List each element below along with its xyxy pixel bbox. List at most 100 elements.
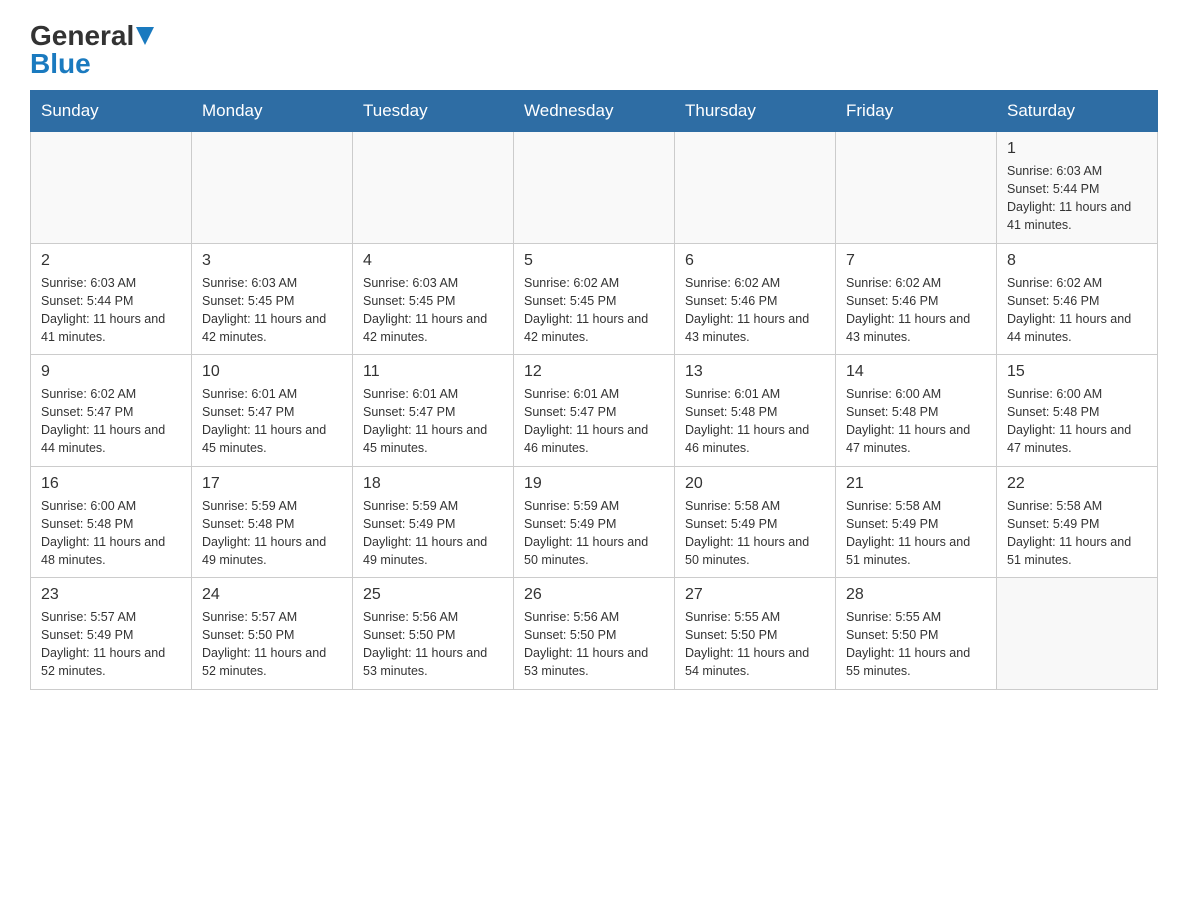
column-header-sunday: Sunday: [31, 91, 192, 132]
day-number: 2: [41, 252, 181, 270]
day-number: 25: [363, 586, 503, 604]
day-number: 28: [846, 586, 986, 604]
day-info: Sunrise: 5:55 AMSunset: 5:50 PMDaylight:…: [846, 608, 986, 681]
day-info: Sunrise: 5:59 AMSunset: 5:49 PMDaylight:…: [363, 497, 503, 570]
logo-triangle-icon: [136, 20, 154, 52]
day-number: 15: [1007, 363, 1147, 381]
day-info: Sunrise: 6:02 AMSunset: 5:45 PMDaylight:…: [524, 274, 664, 347]
day-number: 21: [846, 475, 986, 493]
day-info: Sunrise: 6:03 AMSunset: 5:44 PMDaylight:…: [41, 274, 181, 347]
day-info: Sunrise: 6:01 AMSunset: 5:47 PMDaylight:…: [363, 385, 503, 458]
calendar-day-cell: [997, 578, 1158, 690]
day-number: 7: [846, 252, 986, 270]
column-header-tuesday: Tuesday: [353, 91, 514, 132]
page-header: General Blue: [30, 20, 1158, 80]
calendar-day-cell: 7 Sunrise: 6:02 AMSunset: 5:46 PMDaylight…: [836, 243, 997, 355]
calendar-week-row: 16 Sunrise: 6:00 AMSunset: 5:48 PMDayligh…: [31, 466, 1158, 578]
day-info: Sunrise: 6:02 AMSunset: 5:46 PMDaylight:…: [846, 274, 986, 347]
day-number: 14: [846, 363, 986, 381]
calendar-day-cell: 15 Sunrise: 6:00 AMSunset: 5:48 PMDayligh…: [997, 355, 1158, 467]
calendar-week-row: 9 Sunrise: 6:02 AMSunset: 5:47 PMDaylight…: [31, 355, 1158, 467]
logo: General Blue: [30, 20, 154, 80]
calendar-day-cell: 28 Sunrise: 5:55 AMSunset: 5:50 PMDayligh…: [836, 578, 997, 690]
day-info: Sunrise: 5:56 AMSunset: 5:50 PMDaylight:…: [524, 608, 664, 681]
calendar-week-row: 2 Sunrise: 6:03 AMSunset: 5:44 PMDaylight…: [31, 243, 1158, 355]
day-info: Sunrise: 5:59 AMSunset: 5:49 PMDaylight:…: [524, 497, 664, 570]
day-info: Sunrise: 6:01 AMSunset: 5:47 PMDaylight:…: [202, 385, 342, 458]
logo-blue-text: Blue: [30, 48, 91, 79]
calendar-day-cell: 13 Sunrise: 6:01 AMSunset: 5:48 PMDayligh…: [675, 355, 836, 467]
calendar-day-cell: 25 Sunrise: 5:56 AMSunset: 5:50 PMDayligh…: [353, 578, 514, 690]
day-number: 18: [363, 475, 503, 493]
day-info: Sunrise: 5:57 AMSunset: 5:50 PMDaylight:…: [202, 608, 342, 681]
day-number: 5: [524, 252, 664, 270]
calendar-day-cell: 12 Sunrise: 6:01 AMSunset: 5:47 PMDayligh…: [514, 355, 675, 467]
calendar-day-cell: 17 Sunrise: 5:59 AMSunset: 5:48 PMDayligh…: [192, 466, 353, 578]
calendar-header-row: SundayMondayTuesdayWednesdayThursdayFrid…: [31, 91, 1158, 132]
calendar-day-cell: [675, 132, 836, 244]
day-number: 24: [202, 586, 342, 604]
day-info: Sunrise: 6:03 AMSunset: 5:45 PMDaylight:…: [202, 274, 342, 347]
calendar-day-cell: [31, 132, 192, 244]
day-info: Sunrise: 6:03 AMSunset: 5:45 PMDaylight:…: [363, 274, 503, 347]
day-info: Sunrise: 6:03 AMSunset: 5:44 PMDaylight:…: [1007, 162, 1147, 235]
day-number: 12: [524, 363, 664, 381]
day-number: 27: [685, 586, 825, 604]
day-info: Sunrise: 5:56 AMSunset: 5:50 PMDaylight:…: [363, 608, 503, 681]
day-number: 19: [524, 475, 664, 493]
day-number: 26: [524, 586, 664, 604]
day-number: 16: [41, 475, 181, 493]
calendar-day-cell: 16 Sunrise: 6:00 AMSunset: 5:48 PMDayligh…: [31, 466, 192, 578]
day-number: 3: [202, 252, 342, 270]
calendar-day-cell: 21Sunrise: 5:58 AMSunset: 5:49 PMDayligh…: [836, 466, 997, 578]
calendar-day-cell: 20 Sunrise: 5:58 AMSunset: 5:49 PMDayligh…: [675, 466, 836, 578]
day-info: Sunrise: 6:02 AMSunset: 5:46 PMDaylight:…: [1007, 274, 1147, 347]
day-info: Sunrise: 6:00 AMSunset: 5:48 PMDaylight:…: [41, 497, 181, 570]
column-header-thursday: Thursday: [675, 91, 836, 132]
day-number: 9: [41, 363, 181, 381]
day-info: Sunrise: 6:02 AMSunset: 5:46 PMDaylight:…: [685, 274, 825, 347]
day-number: 4: [363, 252, 503, 270]
calendar-day-cell: 14Sunrise: 6:00 AMSunset: 5:48 PMDayligh…: [836, 355, 997, 467]
day-number: 20: [685, 475, 825, 493]
day-info: Sunrise: 6:02 AMSunset: 5:47 PMDaylight:…: [41, 385, 181, 458]
calendar-day-cell: 19 Sunrise: 5:59 AMSunset: 5:49 PMDayligh…: [514, 466, 675, 578]
day-info: Sunrise: 5:58 AMSunset: 5:49 PMDaylight:…: [685, 497, 825, 570]
calendar-day-cell: [353, 132, 514, 244]
day-number: 11: [363, 363, 503, 381]
calendar-day-cell: 27 Sunrise: 5:55 AMSunset: 5:50 PMDayligh…: [675, 578, 836, 690]
day-number: 17: [202, 475, 342, 493]
calendar-day-cell: 2 Sunrise: 6:03 AMSunset: 5:44 PMDaylight…: [31, 243, 192, 355]
calendar-day-cell: 1 Sunrise: 6:03 AMSunset: 5:44 PMDaylight…: [997, 132, 1158, 244]
calendar-day-cell: 24 Sunrise: 5:57 AMSunset: 5:50 PMDayligh…: [192, 578, 353, 690]
day-info: Sunrise: 6:01 AMSunset: 5:47 PMDaylight:…: [524, 385, 664, 458]
calendar-week-row: 1 Sunrise: 6:03 AMSunset: 5:44 PMDaylight…: [31, 132, 1158, 244]
calendar-day-cell: 8 Sunrise: 6:02 AMSunset: 5:46 PMDaylight…: [997, 243, 1158, 355]
day-info: Sunrise: 6:00 AMSunset: 5:48 PMDaylight:…: [1007, 385, 1147, 458]
day-info: Sunrise: 6:01 AMSunset: 5:48 PMDaylight:…: [685, 385, 825, 458]
day-number: 13: [685, 363, 825, 381]
day-number: 8: [1007, 252, 1147, 270]
calendar-day-cell: 23Sunrise: 5:57 AMSunset: 5:49 PMDayligh…: [31, 578, 192, 690]
calendar-day-cell: 9 Sunrise: 6:02 AMSunset: 5:47 PMDaylight…: [31, 355, 192, 467]
day-number: 6: [685, 252, 825, 270]
calendar-day-cell: 22Sunrise: 5:58 AMSunset: 5:49 PMDayligh…: [997, 466, 1158, 578]
calendar-day-cell: 26 Sunrise: 5:56 AMSunset: 5:50 PMDayligh…: [514, 578, 675, 690]
day-info: Sunrise: 5:59 AMSunset: 5:48 PMDaylight:…: [202, 497, 342, 570]
day-number: 1: [1007, 140, 1147, 158]
column-header-monday: Monday: [192, 91, 353, 132]
calendar-day-cell: 5 Sunrise: 6:02 AMSunset: 5:45 PMDaylight…: [514, 243, 675, 355]
calendar-day-cell: 3 Sunrise: 6:03 AMSunset: 5:45 PMDaylight…: [192, 243, 353, 355]
calendar-day-cell: 11 Sunrise: 6:01 AMSunset: 5:47 PMDayligh…: [353, 355, 514, 467]
day-info: Sunrise: 5:55 AMSunset: 5:50 PMDaylight:…: [685, 608, 825, 681]
calendar-day-cell: 4 Sunrise: 6:03 AMSunset: 5:45 PMDaylight…: [353, 243, 514, 355]
calendar-day-cell: 18 Sunrise: 5:59 AMSunset: 5:49 PMDayligh…: [353, 466, 514, 578]
column-header-friday: Friday: [836, 91, 997, 132]
calendar-day-cell: 10Sunrise: 6:01 AMSunset: 5:47 PMDayligh…: [192, 355, 353, 467]
calendar-day-cell: 6 Sunrise: 6:02 AMSunset: 5:46 PMDaylight…: [675, 243, 836, 355]
calendar-table: SundayMondayTuesdayWednesdayThursdayFrid…: [30, 90, 1158, 690]
day-number: 22: [1007, 475, 1147, 493]
calendar-day-cell: [836, 132, 997, 244]
calendar-day-cell: [192, 132, 353, 244]
calendar-day-cell: [514, 132, 675, 244]
